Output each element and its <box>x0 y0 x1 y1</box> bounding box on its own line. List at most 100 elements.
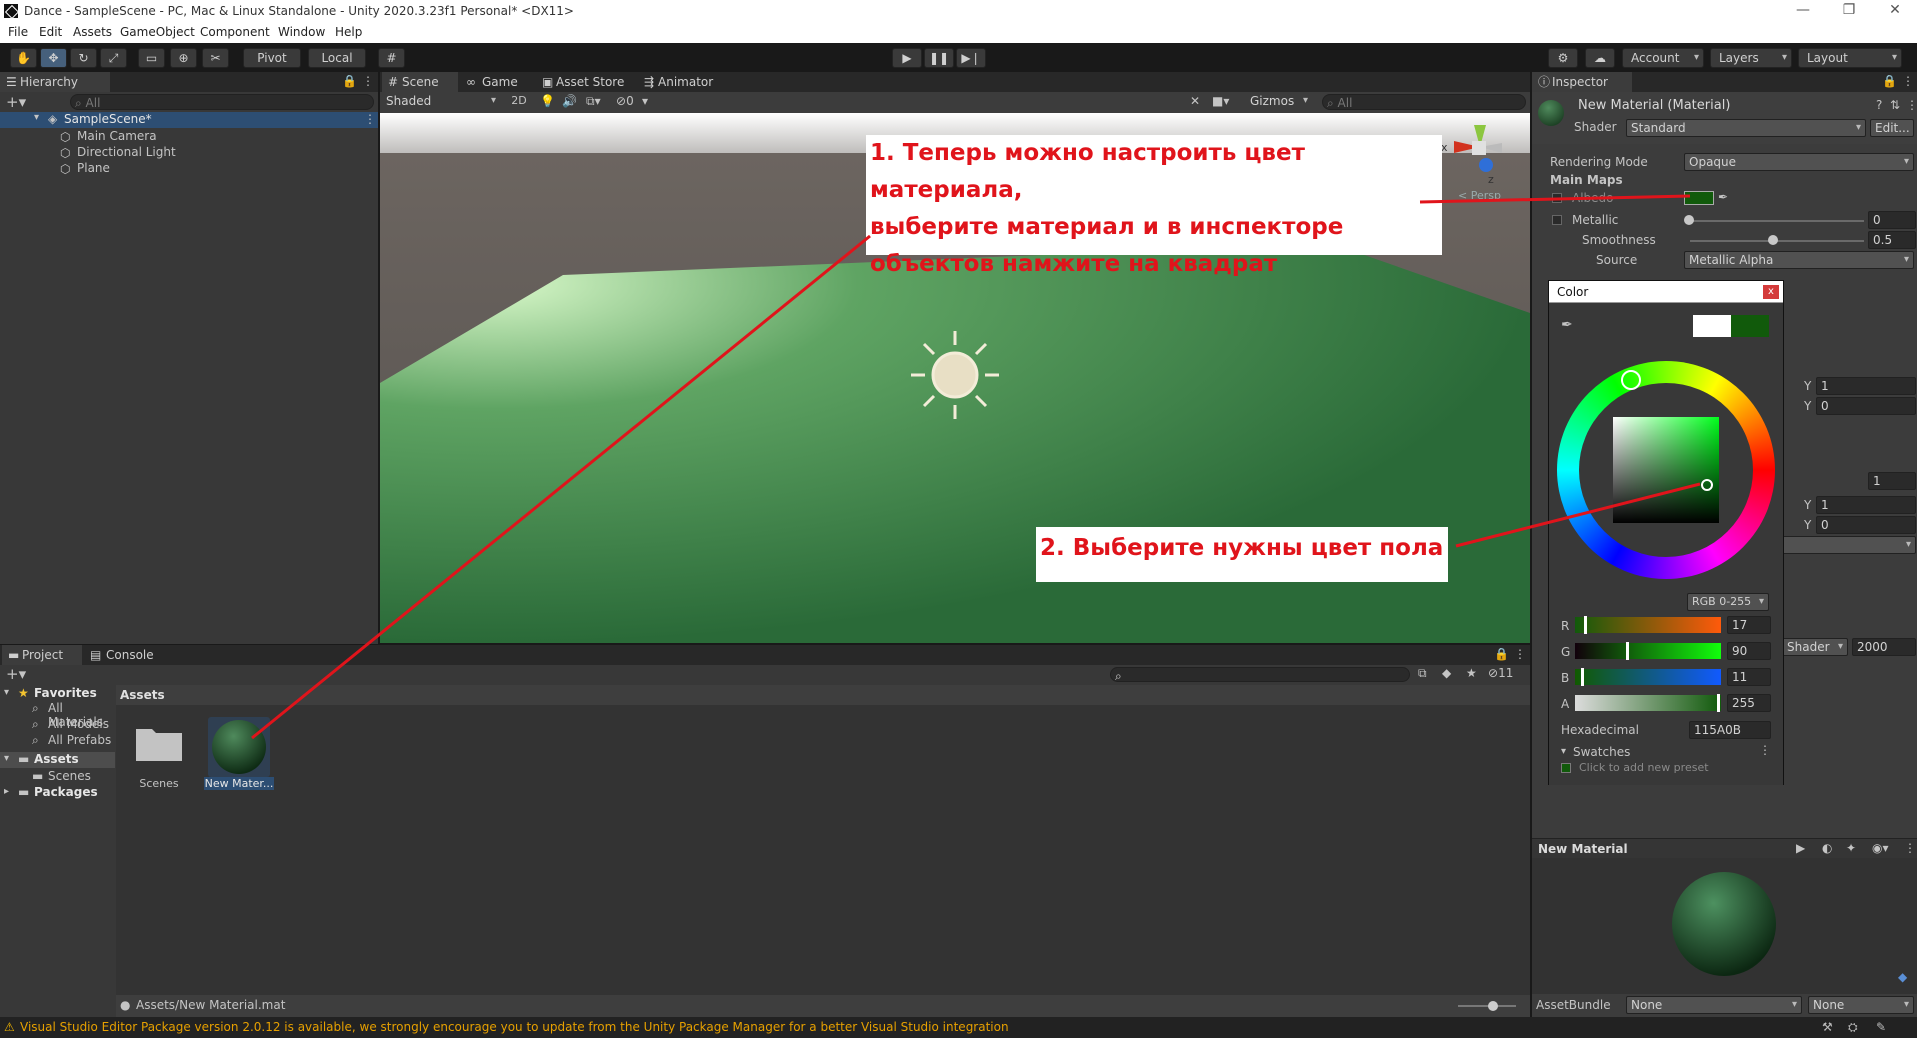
color-picker-close-button[interactable]: x <box>1763 285 1779 299</box>
menu-assets[interactable]: Assets <box>73 25 112 39</box>
lock-icon[interactable]: 🔒 <box>342 74 357 88</box>
menu-file[interactable]: File <box>8 25 28 39</box>
tab-animator[interactable]: ⇶ Animator <box>638 72 728 92</box>
saturation-value-handle[interactable] <box>1701 479 1713 491</box>
gizmos-dropdown[interactable]: Gizmos <box>1246 93 1312 111</box>
menu-help[interactable]: Help <box>335 25 362 39</box>
move-tool-icon[interactable]: ✥ <box>40 48 67 68</box>
play-button[interactable]: ▶ <box>892 48 922 68</box>
tab-game[interactable]: ∞ Game <box>462 72 532 92</box>
favorite-item[interactable]: All Models <box>48 717 109 731</box>
rotate-tool-icon[interactable]: ↻ <box>70 48 97 68</box>
help-icon[interactable]: ? <box>1876 98 1882 112</box>
edit-shader-button[interactable]: Edit... <box>1870 119 1914 137</box>
tab-hierarchy[interactable]: ☰ Hierarchy <box>0 72 110 92</box>
hidden-packages-icon[interactable]: ⊘11 <box>1488 666 1513 680</box>
render-queue-input[interactable]: 2000 <box>1852 638 1916 656</box>
scene-row[interactable]: ▾ ◈ SampleScene* ⋮ <box>0 112 378 128</box>
channel-a-slider[interactable] <box>1575 694 1721 712</box>
transform-tool-icon[interactable]: ⊕ <box>170 48 197 68</box>
albedo-color-swatch[interactable] <box>1684 191 1714 205</box>
hue-handle[interactable] <box>1621 370 1641 390</box>
source-dropdown[interactable]: Metallic Alpha <box>1684 251 1914 269</box>
detail-tiling-y-input[interactable]: 1 <box>1816 496 1916 514</box>
previous-color-swatch[interactable] <box>1693 315 1731 337</box>
eyedropper-icon[interactable]: ✒ <box>1561 317 1573 333</box>
tab-scene[interactable]: # Scene <box>382 72 458 92</box>
label-tag-icon[interactable]: ◆ <box>1898 970 1907 984</box>
step-button[interactable]: ▶❘ <box>956 48 986 68</box>
preset-icon[interactable]: ⇅ <box>1890 98 1900 112</box>
debug-mode-icon[interactable]: ✎ <box>1876 1017 1886 1038</box>
channel-b-input[interactable]: 11 <box>1727 668 1771 686</box>
projection-toggle[interactable]: < Persp <box>1458 189 1501 202</box>
tab-project[interactable]: ▬ Project <box>2 645 82 665</box>
channel-r-input[interactable]: 17 <box>1727 616 1771 634</box>
scene-menu-icon[interactable]: ⋮ <box>364 112 376 126</box>
audio-icon[interactable]: 🔊 <box>562 94 577 108</box>
metallic-input[interactable]: 0 <box>1868 211 1916 229</box>
kebab-menu-icon[interactable]: ⋮ <box>1514 647 1526 661</box>
tab-asset-store[interactable]: ▣ Asset Store <box>536 72 636 92</box>
layers-dropdown[interactable]: Layers <box>1710 48 1792 68</box>
menu-component[interactable]: Component <box>200 25 270 39</box>
hidden-objects-icon[interactable]: ⊘0 <box>616 94 634 108</box>
tab-inspector[interactable]: ⓘ Inspector <box>1532 72 1632 92</box>
uv-set-dropdown[interactable] <box>1780 536 1916 554</box>
cloud-icon[interactable]: ☁ <box>1585 48 1615 68</box>
expand-arrow-icon[interactable]: ▾ <box>34 112 39 123</box>
slider-handle[interactable] <box>1584 616 1587 634</box>
collab-icon[interactable]: ⚙ <box>1548 48 1578 68</box>
orientation-gizmo[interactable]: x z < Persp <box>1440 117 1520 207</box>
favorite-star-icon[interactable]: ★ <box>1466 666 1477 680</box>
menu-gameobject[interactable]: GameObject <box>120 25 195 39</box>
channel-a-input[interactable]: 255 <box>1727 694 1771 712</box>
kebab-menu-icon[interactable]: ⋮ <box>1904 841 1916 855</box>
render-queue-source-dropdown[interactable]: Shader <box>1782 638 1848 656</box>
material-thumbnail[interactable] <box>208 717 270 777</box>
thumbnail-size-slider[interactable] <box>1458 1005 1516 1007</box>
collapse-arrow-icon[interactable]: ▸ <box>4 786 9 797</box>
lock-icon[interactable]: 🔒 <box>1882 74 1897 88</box>
assetbundle-variant-dropdown[interactable]: None <box>1808 996 1914 1014</box>
kebab-menu-icon[interactable]: ⋮ <box>1759 743 1771 757</box>
hierarchy-item[interactable]: Main Camera <box>77 129 157 143</box>
texture-slot[interactable] <box>1552 215 1562 225</box>
hierarchy-item[interactable]: Directional Light <box>77 145 176 159</box>
expand-arrow-icon[interactable]: ▾ <box>4 753 9 764</box>
auto-generate-lighting-icon[interactable]: ⛭ <box>1848 1017 1858 1038</box>
channel-b-slider[interactable] <box>1575 668 1721 686</box>
assetbundle-dropdown[interactable]: None <box>1626 996 1802 1014</box>
assets-folder-row[interactable]: ▾ ▬ Assets <box>0 752 115 768</box>
eyedropper-icon[interactable]: ✒ <box>1718 190 1728 204</box>
tab-console[interactable]: ▤ Console <box>86 645 166 665</box>
status-bar[interactable]: ⚠ Visual Studio Editor Package version 2… <box>0 1017 1917 1038</box>
lock-icon[interactable]: 🔒 <box>1494 647 1509 661</box>
shading-mode-dropdown[interactable]: Shaded <box>382 93 500 111</box>
offset-y-input[interactable]: 0 <box>1816 397 1916 415</box>
rect-tool-icon[interactable]: ▭ <box>138 48 165 68</box>
filter-by-type-icon[interactable]: ⧉ <box>1418 666 1427 681</box>
project-search-input[interactable]: ⌕ <box>1110 667 1410 682</box>
effects-icon[interactable]: ⧉▾ <box>586 94 601 109</box>
shader-dropdown[interactable]: Standard <box>1626 119 1866 137</box>
metallic-slider-handle[interactable] <box>1684 215 1694 225</box>
asset-label[interactable]: Scenes <box>132 777 186 790</box>
account-dropdown[interactable]: Account <box>1622 48 1704 68</box>
texture-slot[interactable] <box>1552 193 1562 203</box>
scene-search-input[interactable]: ⌕ All <box>1322 94 1526 110</box>
kebab-menu-icon[interactable]: ⋮ <box>362 74 374 88</box>
slider-handle[interactable] <box>1581 668 1584 686</box>
tiling-y-input[interactable]: 1 <box>1816 377 1916 395</box>
channel-g-slider[interactable] <box>1575 642 1721 660</box>
rendering-mode-dropdown[interactable]: Opaque <box>1684 153 1914 171</box>
favorite-item[interactable]: All Prefabs <box>48 733 111 747</box>
hexadecimal-input[interactable]: 115A0B <box>1689 721 1771 739</box>
smoothness-slider-handle[interactable] <box>1768 235 1778 245</box>
tools-icon[interactable]: ✕ <box>1190 94 1200 108</box>
scale-tool-icon[interactable]: ⤢ <box>100 48 127 68</box>
filter-by-label-icon[interactable]: ◆ <box>1442 666 1451 680</box>
hand-tool-icon[interactable]: ✋ <box>10 48 37 68</box>
local-toggle[interactable]: Local <box>308 48 366 68</box>
swatch-preset[interactable] <box>1561 763 1571 773</box>
